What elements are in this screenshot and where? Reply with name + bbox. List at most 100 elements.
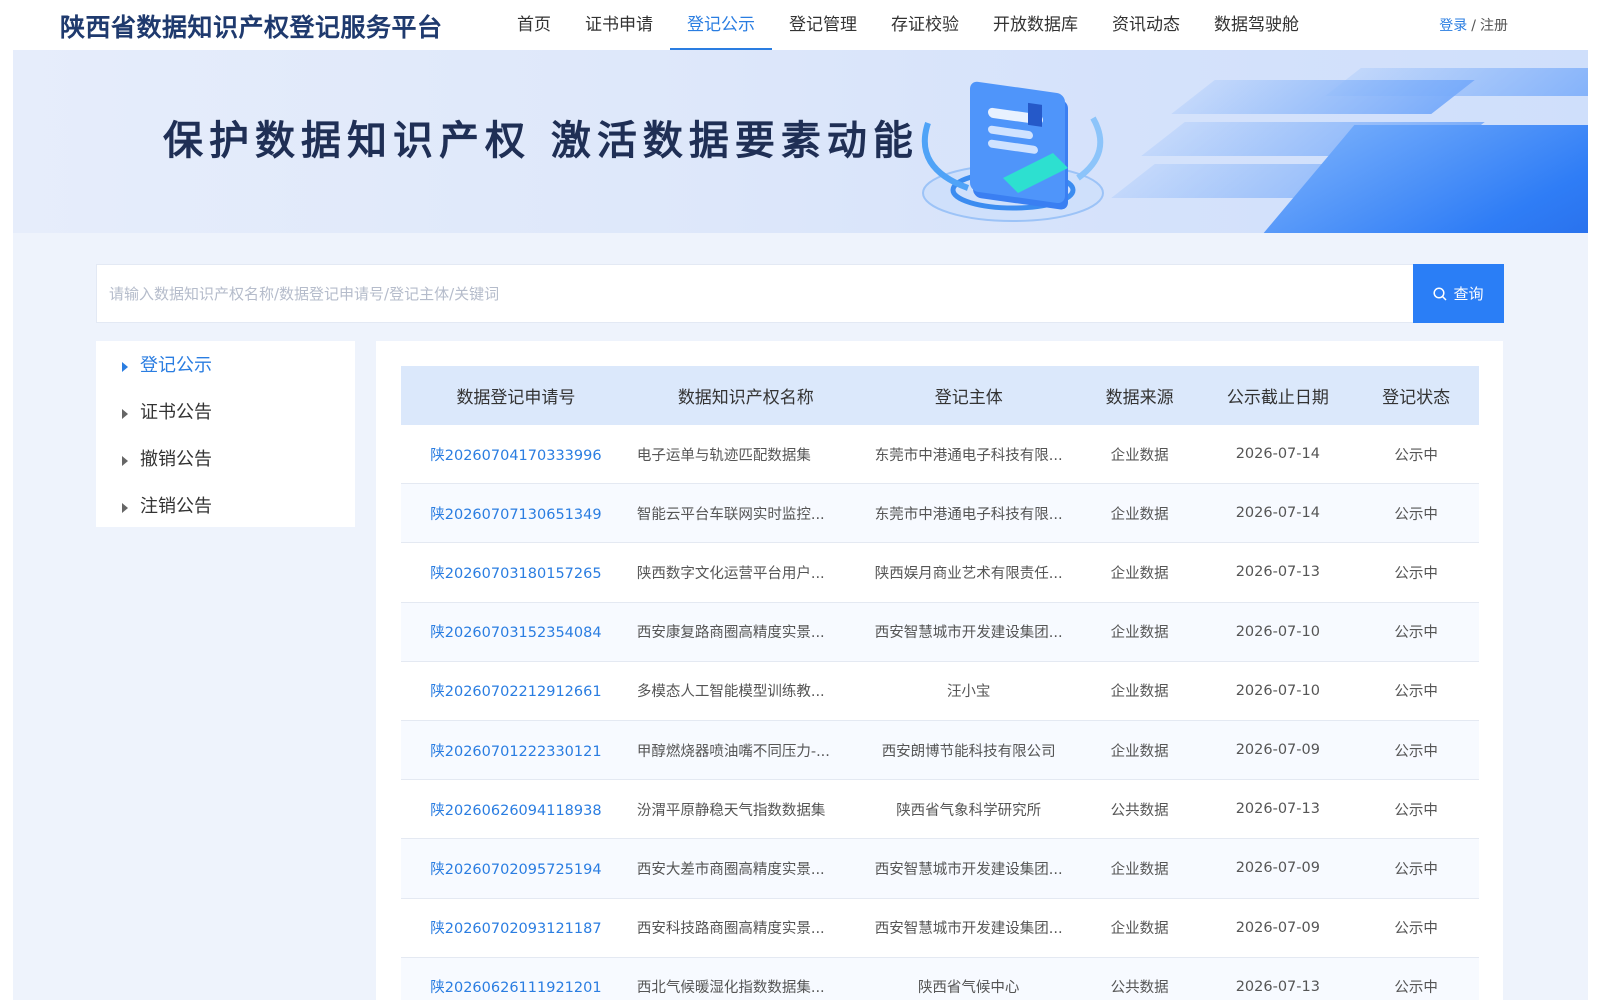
cell-data-source: 公共数据: [1110, 980, 1169, 997]
data-book-illustration-icon: [921, 81, 1104, 222]
table-row[interactable]: 陕20260702093121187 西安科技路商圈高精度实景... 西安智慧城市开…: [401, 898, 1479, 958]
cell-ip-name: 汾渭平原静稳天气指数数据集: [636, 802, 826, 819]
cell-data-source: 公共数据: [1110, 802, 1169, 819]
nav-verification[interactable]: 存证校验: [874, 0, 976, 50]
cell-ip-name: 多模态人工智能模型训练教...: [636, 684, 825, 701]
search-button[interactable]: 查询: [1413, 264, 1504, 323]
cell-application-no[interactable]: 陕20260703152354084: [401, 621, 631, 642]
column-header-entity: 登记主体: [934, 388, 1003, 408]
cell-deadline: 2026-07-10: [1235, 682, 1320, 699]
cell-data-source: 企业数据: [1110, 506, 1169, 523]
sidebar-item-revocation-announcement[interactable]: 撤销公告: [96, 437, 355, 484]
nav-registration-management[interactable]: 登记管理: [772, 0, 874, 50]
banner-slogan: 保护数据知识产权 激活数据要素动能: [163, 118, 919, 164]
cell-application-no[interactable]: 陕20260702095725194: [401, 858, 631, 879]
cell-entity: 陕西省气象科学研究所: [896, 802, 1042, 819]
login-link[interactable]: 登录: [1439, 18, 1467, 34]
cell-entity: 西安智慧城市开发建设集团...: [874, 921, 1063, 938]
search-icon: [1433, 286, 1448, 301]
cell-ip-name: 西安康复路商圈高精度实景...: [636, 625, 825, 642]
cell-status: 公示中: [1394, 743, 1438, 760]
cell-deadline: 2026-07-09: [1235, 919, 1320, 936]
cell-application-no[interactable]: 陕20260626111921201: [401, 976, 631, 997]
hero-banner: 保护数据知识产权 激活数据要素动能: [13, 50, 1588, 233]
cell-data-source: 企业数据: [1110, 625, 1169, 642]
nav-data-cockpit[interactable]: 数据驾驶舱: [1197, 0, 1316, 50]
table-body: 陕20260704170333996 电子运单与轨迹匹配数据集 东莞市中港通电子科技…: [401, 425, 1479, 1000]
cell-data-source: 企业数据: [1110, 684, 1169, 701]
cell-entity: 东莞市中港通电子科技有限...: [874, 447, 1063, 464]
sidebar-item-certificate-announcement[interactable]: 证书公告: [96, 390, 355, 437]
cell-status: 公示中: [1394, 565, 1438, 582]
register-link[interactable]: 注册: [1480, 18, 1508, 34]
cell-application-no[interactable]: 陕20260702212912661: [401, 680, 631, 701]
sidebar-item-registration-publicity[interactable]: 登记公示: [96, 343, 355, 390]
cell-entity: 汪小宝: [946, 684, 991, 701]
cell-deadline: 2026-07-14: [1235, 505, 1320, 522]
sidebar: 登记公示 证书公告 撤销公告 注销公告: [96, 341, 355, 527]
cell-entity: 陕西娱月商业艺术有限责任...: [874, 565, 1063, 582]
table-row[interactable]: 陕20260703180157265 陕西数字文化运营平台用户... 陕西娱月商业艺…: [401, 543, 1479, 603]
cell-status: 公示中: [1394, 802, 1438, 819]
nav-news[interactable]: 资讯动态: [1095, 0, 1197, 50]
column-header-application-no: 数据登记申请号: [456, 388, 576, 408]
main-nav: 首页 证书申请 登记公示 登记管理 存证校验 开放数据库 资讯动态 数据驾驶舱: [500, 0, 1316, 50]
cell-data-source: 企业数据: [1110, 565, 1169, 582]
search-button-label: 查询: [1453, 285, 1484, 303]
table-row[interactable]: 陕20260626111921201 西北气候暖湿化指数数据集... 陕西省气候中心…: [401, 957, 1479, 1000]
column-header-ip-name: 数据知识产权名称: [677, 388, 814, 408]
caret-right-icon: [122, 362, 128, 372]
site-logo[interactable]: 陕西省数据知识产权登记服务平台: [60, 8, 443, 44]
column-header-status: 登记状态: [1382, 388, 1451, 408]
cell-ip-name: 电子运单与轨迹匹配数据集: [636, 447, 811, 464]
cell-entity: 陕西省气候中心: [917, 980, 1020, 997]
cell-ip-name: 西北气候暖湿化指数数据集...: [636, 980, 825, 997]
top-header: 陕西省数据知识产权登记服务平台 首页 证书申请 登记公示 登记管理 存证校验 开…: [0, 0, 1600, 50]
table-row[interactable]: 陕20260703152354084 西安康复路商圈高精度实景... 西安智慧城市开…: [401, 602, 1479, 662]
sidebar-item-label: 证书公告: [140, 402, 212, 423]
table-row[interactable]: 陕20260707130651349 智能云平台车联网实时监控... 东莞市中港通电…: [401, 484, 1479, 544]
column-header-deadline: 公示截止日期: [1226, 388, 1329, 408]
table-row[interactable]: 陕20260626094118938 汾渭平原静稳天气指数数据集 陕西省气象科学研究…: [401, 780, 1479, 840]
nav-open-database[interactable]: 开放数据库: [976, 0, 1095, 50]
cell-data-source: 企业数据: [1110, 447, 1169, 464]
cell-status: 公示中: [1394, 447, 1438, 464]
cell-ip-name: 甲醇燃烧器喷油嘴不同压力-...: [636, 743, 830, 760]
publicity-table: 数据登记申请号 数据知识产权名称 登记主体 数据来源 公示截止日期 登记状态 陕…: [401, 366, 1479, 1000]
column-header-data-source: 数据来源: [1105, 388, 1174, 408]
cell-application-no[interactable]: 陕20260704170333996: [401, 444, 631, 465]
cell-data-source: 企业数据: [1110, 921, 1169, 938]
cell-ip-name: 智能云平台车联网实时监控...: [636, 506, 825, 523]
caret-right-icon: [122, 503, 128, 513]
cell-status: 公示中: [1394, 861, 1438, 878]
cell-application-no[interactable]: 陕20260707130651349: [401, 503, 631, 524]
cell-ip-name: 西安大差市商圈高精度实景...: [636, 861, 825, 878]
sidebar-item-label: 撤销公告: [140, 449, 212, 470]
table-row[interactable]: 陕20260704170333996 电子运单与轨迹匹配数据集 东莞市中港通电子科技…: [401, 425, 1479, 485]
banner-decor-stripe: [1325, 68, 1588, 96]
auth-separator: /: [1471, 18, 1476, 34]
cell-entity: 东莞市中港通电子科技有限...: [874, 506, 1063, 523]
nav-home[interactable]: 首页: [500, 0, 568, 50]
nav-registration-publicity[interactable]: 登记公示: [670, 0, 772, 50]
sidebar-item-label: 注销公告: [140, 496, 212, 517]
cell-deadline: 2026-07-13: [1235, 801, 1320, 818]
table-row[interactable]: 陕20260701222330121 甲醇燃烧器喷油嘴不同压力-... 西安朗博节能…: [401, 720, 1479, 781]
table-header: 数据登记申请号 数据知识产权名称 登记主体 数据来源 公示截止日期 登记状态: [401, 366, 1479, 425]
sidebar-item-cancellation-announcement[interactable]: 注销公告: [96, 484, 355, 531]
cell-deadline: 2026-07-13: [1235, 978, 1320, 995]
table-row[interactable]: 陕20260702095725194 西安大差市商圈高精度实景... 西安智慧城市开…: [401, 839, 1479, 899]
cell-application-no[interactable]: 陕20260701222330121: [401, 740, 631, 761]
cell-application-no[interactable]: 陕20260703180157265: [401, 562, 631, 583]
table-row[interactable]: 陕20260702212912661 多模态人工智能模型训练教... 汪小宝 企业数据…: [401, 661, 1479, 721]
cell-entity: 西安智慧城市开发建设集团...: [874, 625, 1063, 642]
caret-right-icon: [122, 409, 128, 419]
cell-ip-name: 西安科技路商圈高精度实景...: [636, 921, 825, 938]
cell-entity: 西安智慧城市开发建设集团...: [874, 861, 1063, 878]
cell-application-no[interactable]: 陕20260626094118938: [401, 799, 631, 820]
nav-certificate-apply[interactable]: 证书申请: [568, 0, 670, 50]
search-input[interactable]: [97, 265, 1412, 322]
cell-status: 公示中: [1394, 625, 1438, 642]
cell-application-no[interactable]: 陕20260702093121187: [401, 917, 631, 938]
content-panel: 数据登记申请号 数据知识产权名称 登记主体 数据来源 公示截止日期 登记状态 陕…: [376, 341, 1503, 1000]
